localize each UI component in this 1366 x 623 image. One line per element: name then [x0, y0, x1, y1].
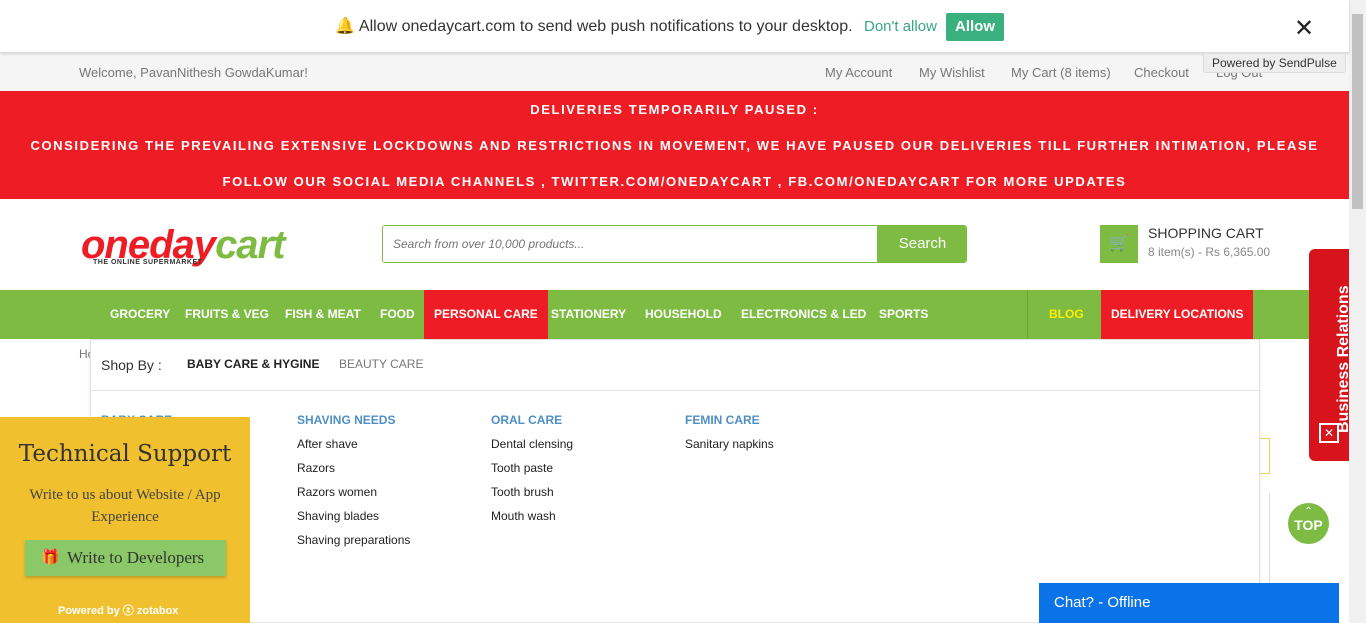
allow-button[interactable]: Allow: [946, 13, 1004, 41]
nav-blog[interactable]: BLOG: [1027, 290, 1106, 339]
nav-stationery[interactable]: STATIONERY: [551, 290, 626, 339]
menu-column-femin-care: FEMIN CARE Sanitary napkins: [685, 413, 774, 461]
shop-by-label: Shop By :: [101, 357, 162, 373]
tab-beauty-care[interactable]: BEAUTY CARE: [339, 357, 423, 371]
my-wishlist-link[interactable]: My Wishlist: [919, 65, 985, 80]
logo-cart: cart: [215, 223, 285, 267]
nav-grocery[interactable]: GROCERY: [110, 290, 170, 339]
column-heading[interactable]: FEMIN CARE: [685, 413, 774, 427]
menu-link[interactable]: Razors: [297, 461, 410, 475]
cart-title[interactable]: SHOPPING CART: [1148, 225, 1264, 241]
menu-link[interactable]: Tooth brush: [491, 485, 573, 499]
menu-link[interactable]: Mouth wash: [491, 509, 573, 523]
write-to-developers-label: Write to Developers: [67, 548, 205, 567]
sendpulse-powered-label[interactable]: Powered by SendPulse: [1203, 53, 1346, 73]
top-label: TOP: [1294, 517, 1323, 533]
nav-sports[interactable]: SPORTS: [879, 290, 928, 339]
column-heading[interactable]: ORAL CARE: [491, 413, 573, 427]
back-to-top-button[interactable]: ⌃ TOP: [1288, 503, 1329, 544]
my-account-link[interactable]: My Account: [825, 65, 892, 80]
tab-baby-care-hygine[interactable]: BABY CARE & HYGINE: [187, 357, 319, 371]
push-message-wrap: 🔔 Allow onedaycart.com to send web push n…: [335, 16, 853, 36]
onedaycart-logo[interactable]: onedaycart THE ONLINE SUPERMARKET: [81, 223, 285, 268]
technical-support-widget: Technical Support Write to us about Webs…: [0, 417, 250, 623]
delivery-paused-banner: DELIVERIES TEMPORARILY PAUSED : CONSIDER…: [0, 91, 1349, 199]
shopping-cart-icon[interactable]: 🛒: [1100, 225, 1138, 263]
support-description: Write to us about Website / App Experien…: [29, 487, 221, 525]
write-to-developers-button[interactable]: 🎁 Write to Developers: [25, 540, 226, 576]
menu-column-oral-care: ORAL CARE Dental clensing Tooth paste To…: [491, 413, 573, 533]
my-cart-link[interactable]: My Cart (8 items): [1011, 65, 1111, 80]
dont-allow-button[interactable]: Don't allow: [864, 18, 937, 35]
push-message: Allow onedaycart.com to send web push no…: [358, 18, 853, 35]
menu-link[interactable]: Razors women: [297, 485, 410, 499]
close-icon[interactable]: ✕: [1294, 14, 1314, 43]
nav-delivery-locations[interactable]: DELIVERY LOCATIONS: [1101, 290, 1254, 339]
nav-fish-meat[interactable]: FISH & MEAT: [285, 290, 361, 339]
nav-food[interactable]: FOOD: [380, 290, 415, 339]
personal-care-mega-menu: Shop By : BABY CARE & HYGINE BEAUTY CARE…: [90, 339, 1260, 623]
menu-link[interactable]: Shaving preparations: [297, 533, 410, 547]
menu-divider: [91, 390, 1259, 391]
search-button[interactable]: Search: [877, 226, 966, 262]
menu-link[interactable]: Dental clensing: [491, 437, 573, 451]
business-relations-label: Business Relations: [1335, 285, 1352, 433]
menu-link[interactable]: After shave: [297, 437, 410, 451]
nav-household[interactable]: HOUSEHOLD: [645, 290, 722, 339]
support-title: Technical Support: [18, 441, 232, 467]
gift-icon: 🎁: [41, 550, 60, 566]
business-relations-tab[interactable]: Business Relations ✕: [1309, 249, 1352, 461]
mail-icon: ✕: [1319, 423, 1339, 443]
cart-summary[interactable]: 8 item(s) - Rs 6,365.00: [1148, 245, 1270, 259]
search-bar: Search: [382, 225, 967, 263]
site-header: onedaycart THE ONLINE SUPERMARKET Search…: [0, 199, 1349, 290]
column-heading[interactable]: SHAVING NEEDS: [297, 413, 410, 427]
checkout-link[interactable]: Checkout: [1134, 65, 1189, 80]
nav-fruits-veg[interactable]: FRUITS & VEG: [185, 290, 269, 339]
nav-personal-care[interactable]: PERSONAL CARE: [424, 290, 548, 339]
bell-icon: 🔔: [335, 18, 355, 35]
banner-line-1: DELIVERIES TEMPORARILY PAUSED :: [530, 102, 819, 117]
welcome-text: Welcome, PavanNithesh GowdaKumar!: [79, 65, 308, 80]
banner-line-2: CONSIDERING THE PREVAILING EXTENSIVE LOC…: [30, 138, 1319, 153]
push-notification-bar: 🔔 Allow onedaycart.com to send web push n…: [0, 0, 1349, 53]
nav-electronics-led[interactable]: ELECTRONICS & LED: [741, 290, 866, 339]
zotabox-powered-label[interactable]: Powered by ⓩ zotabox: [58, 602, 178, 618]
menu-link[interactable]: Shaving blades: [297, 509, 410, 523]
menu-link[interactable]: Sanitary napkins: [685, 437, 774, 451]
scrollbar-thumb[interactable]: [1352, 14, 1363, 209]
main-navigation: GROCERY FRUITS & VEG FISH & MEAT FOOD PE…: [0, 290, 1349, 339]
search-input[interactable]: [383, 226, 877, 262]
account-top-bar: Welcome, PavanNithesh GowdaKumar! My Acc…: [0, 53, 1349, 91]
chat-offline-widget[interactable]: Chat? - Offline: [1039, 583, 1339, 623]
banner-line-3: FOLLOW OUR SOCIAL MEDIA CHANNELS , TWITT…: [222, 174, 1127, 189]
menu-link[interactable]: Tooth paste: [491, 461, 573, 475]
menu-column-shaving-needs: SHAVING NEEDS After shave Razors Razors …: [297, 413, 410, 557]
logo-tagline: THE ONLINE SUPERMARKET: [93, 259, 203, 266]
